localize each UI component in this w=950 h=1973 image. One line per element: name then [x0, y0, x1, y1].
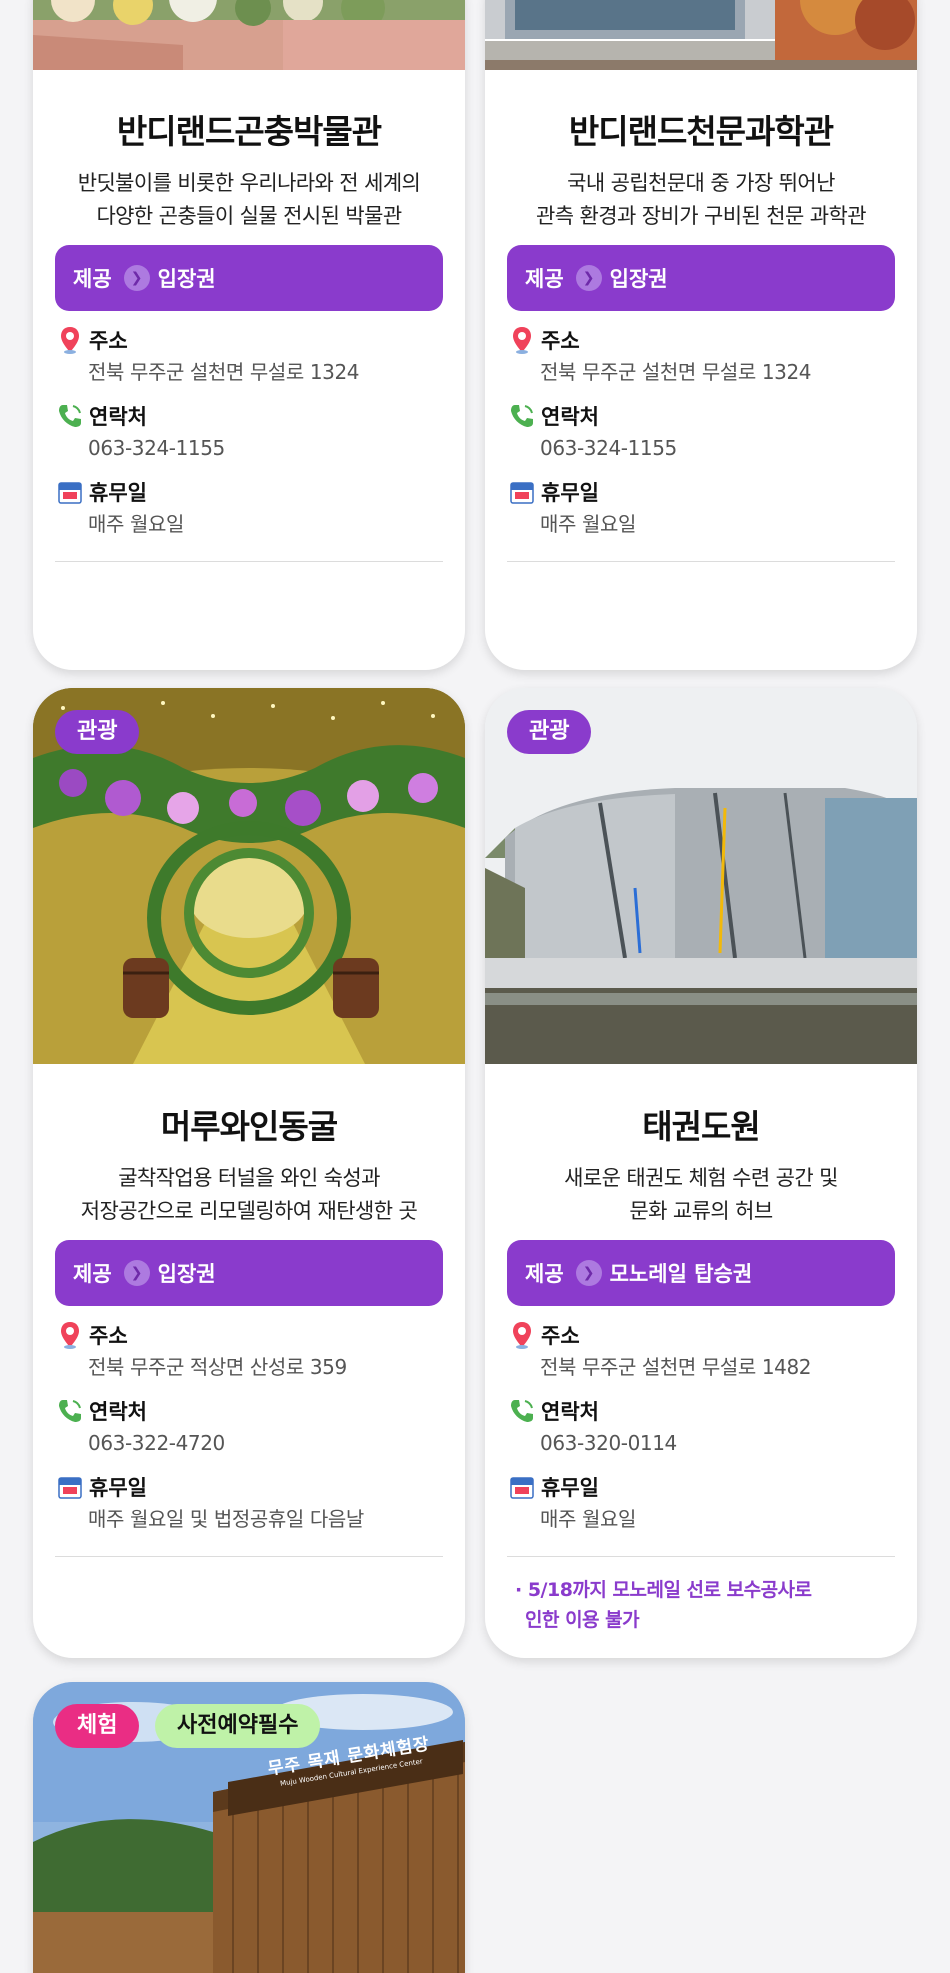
address-value: 전북 무주군 적상면 산성로 359: [88, 1355, 347, 1379]
contact-label: 연락처: [541, 1400, 599, 1424]
offer-value: 입장권: [157, 1262, 216, 1286]
category-tag: 관광: [55, 710, 140, 754]
closed-row: 휴무일 매주 월요일 및 법정공휴일 다음날: [55, 1472, 443, 1536]
phone-icon: [507, 1396, 537, 1426]
closed-value: 매주 월요일: [88, 512, 184, 536]
address-value: 전북 무주군 설천면 무설로 1324: [88, 360, 360, 384]
offer-label: 제공: [73, 267, 112, 291]
reservation-required-tag: 사전예약필수: [155, 1704, 321, 1748]
phone-icon: [55, 401, 85, 431]
offer-value: 입장권: [609, 267, 668, 291]
calendar-icon: [55, 477, 85, 507]
contact-row: 연락처 063-324-1155: [507, 401, 895, 465]
attraction-title: 반디랜드곤충박물관: [116, 112, 382, 151]
contact-label: 연락처: [89, 1400, 147, 1424]
attraction-photo: [485, 0, 917, 70]
attraction-card-bandiland-astronomy[interactable]: 반디랜드천문과학관 국내 공립천문대 중 가장 뛰어난 관측 환경과 장비가 구…: [485, 0, 917, 670]
address-value: 전북 무주군 설천면 무설로 1482: [540, 1355, 812, 1379]
address-label: 주소: [541, 1324, 580, 1348]
offer-value: 입장권: [157, 267, 216, 291]
contact-value: 063-320-0114: [540, 1431, 677, 1455]
info-list: 주소 전북 무주군 설천면 무설로 1324 연락처 063-324-1155: [55, 325, 443, 562]
closed-label: 휴무일: [89, 1476, 147, 1500]
offer-banner: 제공 ❯ 입장권: [507, 245, 895, 311]
address-label: 주소: [541, 329, 580, 353]
contact-row: 연락처 063-324-1155: [55, 401, 443, 465]
chevron-right-icon: ❯: [123, 265, 150, 291]
attraction-title: 머루와인동굴: [160, 1107, 338, 1146]
offer-banner: 제공 ❯ 입장권: [55, 1240, 443, 1306]
closed-value: 매주 월요일: [540, 1507, 636, 1531]
phone-icon: [55, 1396, 85, 1426]
attraction-description: 국내 공립천문대 중 가장 뛰어난 관측 환경과 장비가 구비된 천문 과학관: [536, 171, 867, 228]
closed-label: 휴무일: [541, 481, 599, 505]
offer-label: 제공: [525, 1262, 564, 1286]
contact-row: 연락처 063-322-4720: [55, 1396, 443, 1460]
closed-value: 매주 월요일 및 법정공휴일 다음날: [88, 1507, 364, 1531]
attraction-photo: [33, 0, 465, 70]
address-value: 전북 무주군 설천면 무설로 1324: [540, 360, 812, 384]
address-row: 주소 전북 무주군 적상면 산성로 359: [55, 1320, 443, 1384]
offer-value: 모노레일 탑승권: [609, 1262, 753, 1286]
category-tag: 관광: [507, 710, 592, 754]
attraction-description: 새로운 태권도 체험 수련 공간 및 문화 교류의 허브: [564, 1166, 838, 1223]
address-row: 주소 전북 무주군 설천면 무설로 1324: [507, 325, 895, 389]
attraction-card-meoru-wine-cave[interactable]: 관광 머루와인동굴 굴착작업용 터널을 와인 숙성과 저장공간으로 리모델링하여…: [33, 688, 465, 1658]
address-label: 주소: [89, 1324, 128, 1348]
map-pin-icon: [55, 1320, 85, 1350]
offer-label: 제공: [73, 1262, 112, 1286]
info-list: 주소 전북 무주군 적상면 산성로 359 연락처 063-322-4720 휴…: [55, 1320, 443, 1557]
contact-row: 연락처 063-320-0114: [507, 1396, 895, 1460]
chevron-right-icon: ❯: [123, 1260, 150, 1286]
calendar-icon: [55, 1472, 85, 1502]
contact-value: 063-322-4720: [88, 1431, 225, 1455]
offer-label: 제공: [525, 267, 564, 291]
closed-value: 매주 월요일: [540, 512, 636, 536]
contact-value: 063-324-1155: [88, 436, 225, 460]
attraction-title: 태권도원: [642, 1107, 760, 1146]
notice-text: · 5/18까지 모노레일 선로 보수공사로 인한 이용 불가: [515, 1579, 812, 1631]
contact-label: 연락처: [541, 405, 599, 429]
map-pin-icon: [507, 325, 537, 355]
category-tag: 체험: [55, 1704, 140, 1748]
map-pin-icon: [55, 325, 85, 355]
attraction-title: 반디랜드천문과학관: [568, 112, 834, 151]
chevron-right-icon: ❯: [575, 1260, 602, 1286]
closed-row: 휴무일 매주 월요일: [507, 477, 895, 541]
offer-banner: 제공 ❯ 모노레일 탑승권: [507, 1240, 895, 1306]
address-label: 주소: [89, 329, 128, 353]
map-pin-icon: [507, 1320, 537, 1350]
closed-label: 휴무일: [541, 1476, 599, 1500]
phone-icon: [507, 401, 537, 431]
contact-label: 연락처: [89, 405, 147, 429]
info-list: 주소 전북 무주군 설천면 무설로 1482 연락처 063-320-0114: [507, 1320, 895, 1557]
calendar-icon: [507, 477, 537, 507]
address-row: 주소 전북 무주군 설천면 무설로 1324: [55, 325, 443, 389]
closed-row: 휴무일 매주 월요일: [507, 1472, 895, 1536]
attraction-description: 굴착작업용 터널을 와인 숙성과 저장공간으로 리모델링하여 재탄생한 곳: [80, 1166, 418, 1223]
closed-label: 휴무일: [89, 481, 147, 505]
info-list: 주소 전북 무주군 설천면 무설로 1324 연락처 063-324-1155: [507, 325, 895, 562]
attraction-card-wood-culture-center[interactable]: 무주 목재 문화체험장 Muju Wooden Cultural Experie…: [33, 1682, 465, 1973]
calendar-icon: [507, 1472, 537, 1502]
address-row: 주소 전북 무주군 설천면 무설로 1482: [507, 1320, 895, 1384]
chevron-right-icon: ❯: [575, 265, 602, 291]
closed-row: 휴무일 매주 월요일: [55, 477, 443, 541]
contact-value: 063-324-1155: [540, 436, 677, 460]
offer-banner: 제공 ❯ 입장권: [55, 245, 443, 311]
attraction-description: 반딧불이를 비롯한 우리나라와 전 세계의 다양한 곤충들이 실물 전시된 박물…: [77, 171, 421, 228]
attraction-card-bandiland-insect[interactable]: 반디랜드곤충박물관 반딧불이를 비롯한 우리나라와 전 세계의 다양한 곤충들이…: [33, 0, 465, 670]
attraction-card-taekwondowon[interactable]: 관광 태권도원 새로운 태권도 체험 수련 공간 및 문화 교류의 허브 제공 …: [485, 688, 917, 1658]
